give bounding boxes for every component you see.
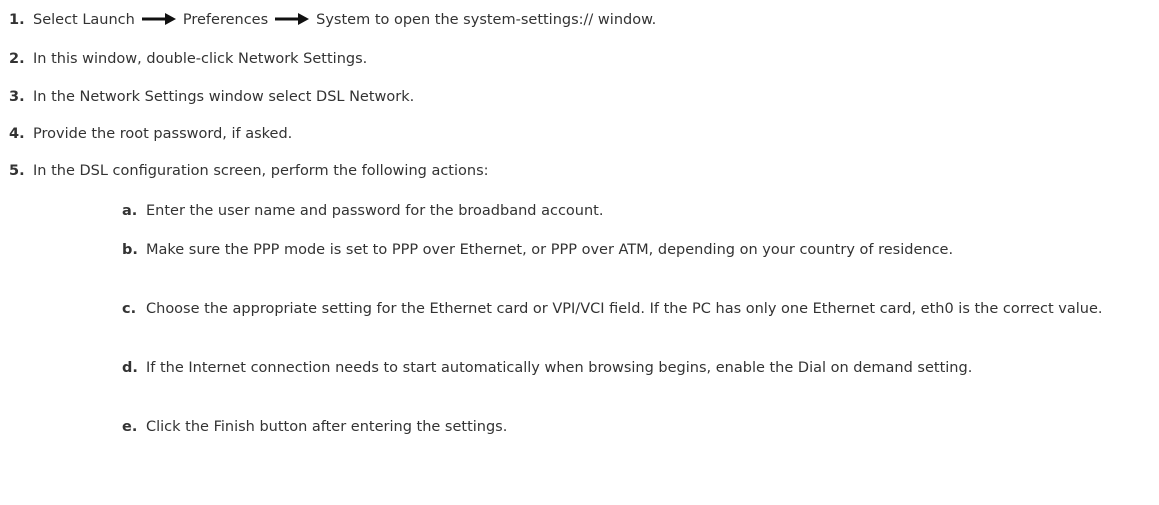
substep-letter: b. xyxy=(122,242,138,258)
step-4: 4. Provide the root password, if asked. xyxy=(9,124,292,144)
right-arrow-icon xyxy=(141,13,176,25)
substep-letter: a. xyxy=(122,203,138,219)
substep-a: a. Enter the user name and password for … xyxy=(122,201,1152,221)
step-number: 3. xyxy=(9,89,25,105)
substep-letter: c. xyxy=(122,301,137,317)
substep-text: Enter the user name and password for the… xyxy=(146,203,604,219)
step-number: 4. xyxy=(9,126,25,142)
substep-text: Click the Finish button after entering t… xyxy=(146,419,508,435)
step-2: 2. In this window, double-click Network … xyxy=(9,49,367,69)
substep-b: b. Make sure the PPP mode is set to PPP … xyxy=(122,240,1152,260)
step-number: 1. xyxy=(9,12,25,28)
step-text: In the DSL configuration screen, perform… xyxy=(33,163,489,179)
step-text: Select Launch Preferences System to open… xyxy=(33,10,656,30)
substep-text: Make sure the PPP mode is set to PPP ove… xyxy=(146,242,954,258)
step-5: 5. In the DSL configuration screen, perf… xyxy=(9,161,489,181)
step-3: 3. In the Network Settings window select… xyxy=(9,87,414,107)
substep-c: c. Choose the appropriate setting for th… xyxy=(122,299,1152,319)
step-text-part: System to open the system-settings:// wi… xyxy=(316,12,657,28)
right-arrow-icon xyxy=(275,13,310,25)
step-text: Provide the root password, if asked. xyxy=(33,126,293,142)
step-text-part: Preferences xyxy=(182,12,269,28)
substep-letter: e. xyxy=(122,419,138,435)
step-1: 1. Select Launch Preferences System to o… xyxy=(9,10,656,30)
substep-e: e. Click the Finish button after enterin… xyxy=(122,417,1152,437)
substep-letter: d. xyxy=(122,360,138,376)
step-text: In the Network Settings window select DS… xyxy=(33,89,415,105)
step-number: 2. xyxy=(9,51,25,67)
step-text: In this window, double-click Network Set… xyxy=(33,51,368,67)
step-number: 5. xyxy=(9,163,25,179)
substep-text: If the Internet connection needs to star… xyxy=(146,360,973,376)
step-text-part: Select Launch xyxy=(33,12,135,28)
substep-d: d. If the Internet connection needs to s… xyxy=(122,358,1152,378)
instructions-document: 1. Select Launch Preferences System to o… xyxy=(0,0,1159,505)
substep-text: Choose the appropriate setting for the E… xyxy=(146,301,1103,317)
